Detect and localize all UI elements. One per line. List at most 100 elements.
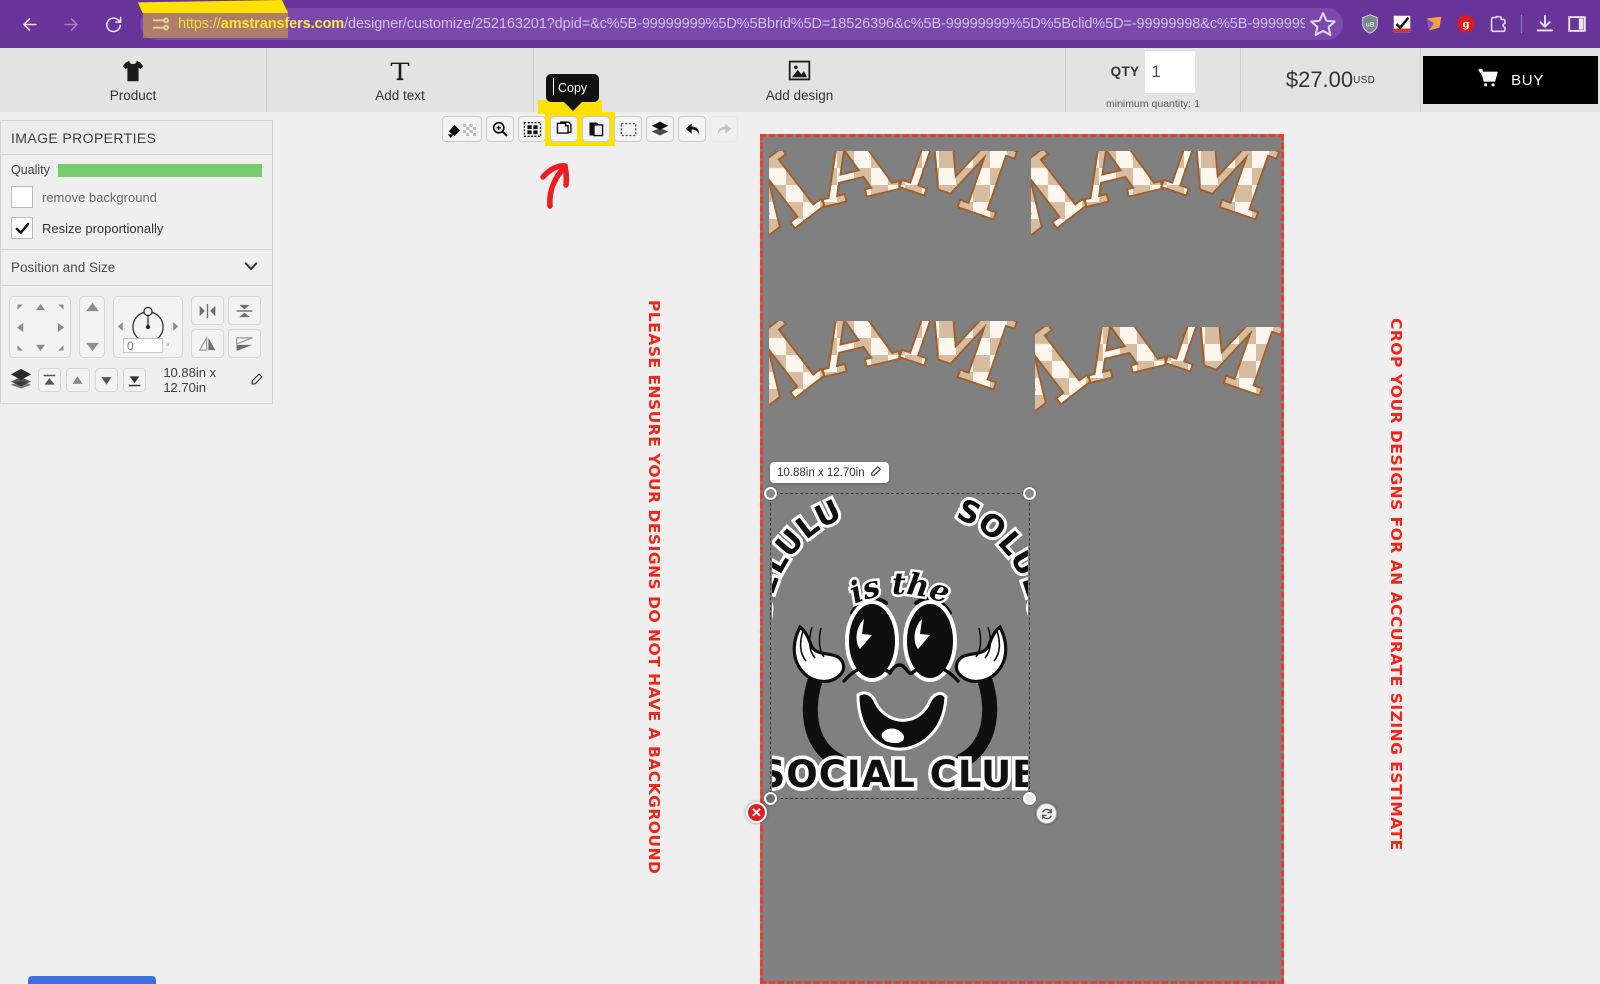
resize-handle-top-right[interactable] [1023, 487, 1036, 500]
shopping-cart-icon [1477, 67, 1499, 93]
position-size-controls: ° [1, 286, 272, 403]
tab-product[interactable]: Product [0, 48, 267, 112]
edit-pencil-icon[interactable] [870, 465, 882, 480]
tab-product-label: Product [109, 87, 157, 103]
move-right-icon [57, 322, 64, 332]
send-backward-icon[interactable] [94, 368, 118, 392]
app-toolbar: Product Add text Add design QTY minimum … [0, 48, 1600, 112]
quality-label: Quality [11, 163, 50, 177]
address-bar[interactable]: https://amstransfers.com/designer/custom… [140, 8, 1343, 40]
align-center-horizontal-icon[interactable] [191, 296, 224, 325]
downloads-icon[interactable] [1530, 9, 1560, 39]
qty-label: QTY [1110, 64, 1140, 79]
price-currency: USD [1353, 74, 1376, 86]
rotation-unit: ° [166, 342, 170, 352]
mama-design-1[interactable]: MAMA [769, 151, 1021, 336]
flip-horizontal-icon[interactable] [191, 329, 224, 358]
move-down-right-icon [57, 344, 63, 350]
layer-order-controls: 10.88in x 12.70in [9, 365, 264, 395]
puzzle-extensions-icon[interactable] [1483, 9, 1513, 39]
tab-add-design[interactable]: Add design [534, 48, 1066, 112]
rotate-handle-icon[interactable] [1036, 803, 1057, 824]
back-button[interactable] [12, 7, 46, 41]
mama-design-4[interactable]: MAMA [1035, 327, 1281, 512]
text-caret [553, 78, 554, 95]
rotate-dial[interactable]: ° [113, 296, 183, 358]
quality-bar [57, 163, 262, 177]
size-badge[interactable]: 10.88in x 12.70in [770, 462, 889, 483]
price-cell: $27.00 USD [1241, 48, 1421, 112]
resize-handle-bottom-right[interactable] [1023, 792, 1036, 805]
redo-button [710, 116, 738, 142]
position-and-size-label: Position and Size [11, 260, 116, 275]
paste-button[interactable] [577, 112, 615, 146]
move-up-left-icon [17, 304, 23, 310]
url-text[interactable]: https://amstransfers.com/designer/custom… [178, 16, 1305, 32]
align-center-vertical-icon[interactable] [228, 296, 261, 325]
quality-section: Quality remove background Resize proport… [1, 155, 272, 250]
forward-button[interactable] [54, 7, 88, 41]
svg-text:uB: uB [1366, 20, 1374, 28]
checkmark-extension-icon[interactable] [1387, 9, 1417, 39]
side-panel-icon[interactable] [1562, 9, 1592, 39]
move-down-left-icon [17, 344, 23, 350]
move-pad[interactable] [9, 296, 71, 358]
reload-button[interactable] [96, 7, 130, 41]
zoom-button[interactable] [486, 116, 514, 142]
layers-icon[interactable] [9, 367, 33, 394]
size-badge-value: 10.88in x 12.70in [777, 466, 865, 479]
svg-text:g: g [1462, 20, 1469, 31]
scale-down-icon [85, 342, 99, 352]
price-value: $27.00 [1285, 67, 1354, 92]
bring-to-front-icon[interactable] [38, 368, 62, 392]
rotation-input[interactable] [123, 338, 163, 353]
warning-crop-designs: CROP YOUR DESIGNS FOR AN ACCURATE SIZING… [1387, 318, 1405, 851]
panel-title: IMAGE PROPERTIES [1, 121, 272, 155]
delete-x-icon[interactable]: ✕ [746, 802, 767, 823]
mama-design-2[interactable]: MAMA [1031, 151, 1281, 336]
select-button[interactable] [614, 116, 642, 142]
flip-vertical-icon[interactable] [228, 329, 261, 358]
remove-background-label: remove background [42, 189, 157, 205]
tab-add-text-label: Add text [375, 87, 425, 103]
position-and-size-header[interactable]: Position and Size [1, 250, 272, 286]
url-scheme: https:// [178, 16, 221, 32]
dimensions-value: 10.88in x 12.70in [163, 365, 217, 395]
scale-up-icon [85, 302, 99, 312]
resize-proportionally-row[interactable]: Resize proportionally [11, 217, 262, 239]
red-hand-drawn-arrow [530, 150, 590, 215]
edit-pencil-icon[interactable] [250, 372, 264, 389]
chevron-down-icon[interactable] [242, 257, 260, 278]
warning-no-background: PLEASE ENSURE YOUR DESIGNS DO NOT HAVE A… [645, 300, 663, 875]
image-icon [787, 58, 812, 84]
scale-control[interactable] [79, 296, 105, 358]
bring-forward-icon[interactable] [66, 368, 90, 392]
svg-text:MAMA: MAMA [769, 321, 1021, 455]
star-icon[interactable] [1309, 10, 1337, 38]
remove-background-checkbox[interactable] [11, 186, 33, 208]
quantity-input[interactable] [1145, 50, 1196, 93]
move-left-icon [16, 322, 23, 332]
image-properties-panel: IMAGE PROPERTIES Quality remove backgrou… [0, 120, 273, 404]
copy-button[interactable] [545, 112, 583, 146]
resize-handle-bottom-left[interactable] [764, 792, 777, 805]
honey-extension-icon[interactable] [1419, 9, 1449, 39]
layers-button[interactable] [646, 116, 674, 142]
remove-background-row[interactable]: remove background [11, 186, 262, 208]
fill-transparency-button[interactable] [442, 116, 482, 142]
tshirt-icon [120, 58, 146, 84]
ublock-origin-icon[interactable]: uB [1355, 9, 1385, 39]
buy-button[interactable]: BUY [1423, 56, 1598, 104]
crop-button[interactable] [518, 116, 546, 142]
resize-handle-top-left[interactable] [764, 487, 777, 500]
resize-proportionally-checkbox[interactable] [11, 217, 33, 239]
grammarly-extension-icon[interactable]: g [1451, 9, 1481, 39]
send-to-back-icon[interactable] [122, 368, 147, 392]
site-settings-icon[interactable] [150, 13, 172, 35]
bottom-action-button[interactable] [28, 976, 156, 984]
selection-box[interactable]: ✕ [746, 487, 1057, 824]
text-t-icon [387, 58, 413, 84]
undo-button[interactable] [678, 116, 706, 142]
tray-divider [1521, 15, 1522, 33]
tab-add-text[interactable]: Add text [267, 48, 534, 112]
